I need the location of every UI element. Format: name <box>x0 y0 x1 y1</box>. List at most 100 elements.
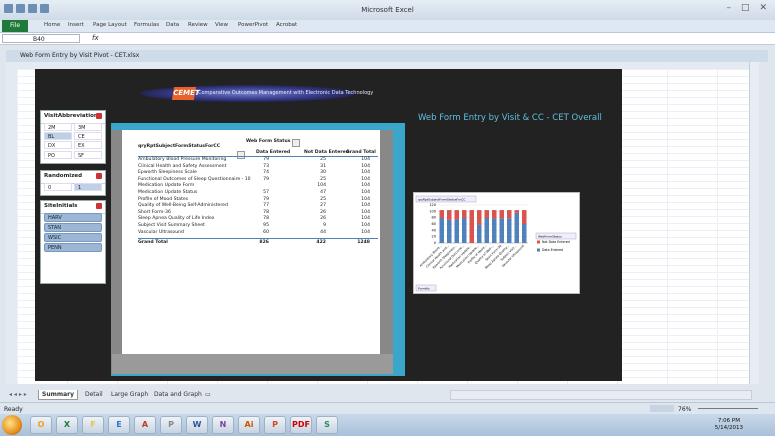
sheet-tab-large-graph[interactable]: Large Graph <box>108 390 151 399</box>
pivot-row-label: Vascular Ultrasound <box>138 229 184 235</box>
pivot-cell-not-entered: 30 <box>320 170 326 176</box>
slicer-item-1[interactable]: 1 <box>74 183 102 191</box>
chart-bar-not-entered <box>484 210 489 218</box>
formula-bar: B40 fx <box>0 33 775 45</box>
slicer-item-0[interactable]: 0 <box>44 183 72 191</box>
slicer-item-penn[interactable]: PENN <box>44 243 102 252</box>
site-slicer: SiteInitials HARV STAN WSIC PENN <box>40 200 106 284</box>
tab-view[interactable]: View <box>215 22 228 28</box>
tab-data[interactable]: Data <box>166 22 179 28</box>
slicer-item-ce[interactable]: CE <box>74 132 102 140</box>
tab-powerpivot[interactable]: PowerPivot <box>238 22 268 28</box>
slicer-item-2m[interactable]: 2M <box>44 123 72 131</box>
taskbar-app-button[interactable]: PDF <box>290 416 312 434</box>
formula-input[interactable] <box>104 34 764 43</box>
pivot-row-label: Clinical Health and Safety Assessment <box>138 163 227 169</box>
slicer-item-dx[interactable]: DX <box>44 141 72 149</box>
start-button[interactable] <box>2 415 22 435</box>
chart-legend-label: Data Entered <box>542 248 563 252</box>
taskbar-app-button[interactable]: P <box>264 416 286 434</box>
sheet-tab-data-and-graph[interactable]: Data and Graph <box>151 390 205 399</box>
filter-dropdown-icon[interactable] <box>237 151 245 159</box>
chart-bar-entered <box>499 218 504 243</box>
tab-home[interactable]: Home <box>44 22 60 28</box>
taskbar-app-button[interactable]: S <box>316 416 338 434</box>
pivot-cell-entered: 78 <box>263 216 269 222</box>
taskbar-app-button[interactable]: O <box>30 416 52 434</box>
tab-acrobat[interactable]: Acrobat <box>276 22 297 28</box>
tab-formulas[interactable]: Formulas <box>134 22 159 28</box>
chart-bar-not-entered <box>499 210 504 219</box>
zoom-level[interactable]: 76% <box>678 406 691 413</box>
clock[interactable]: 7:06 PM 5/14/2013 <box>715 418 743 432</box>
slicer-item-stan[interactable]: STAN <box>44 223 102 232</box>
pivot-cell-entered: 79 <box>263 196 269 202</box>
close-icon[interactable]: ✕ <box>759 3 767 13</box>
pivot-row-field[interactable]: qryRptSubjectFormStatusForCC <box>138 144 220 149</box>
tab-scroll-arrows[interactable]: ◂ ◂ ▸ ▸ <box>6 390 30 399</box>
slicer-item-3m[interactable]: 3M <box>74 123 102 131</box>
slicer-item-bl[interactable]: BL <box>44 132 72 140</box>
minimize-icon[interactable]: – <box>726 3 731 13</box>
taskbar-app-button[interactable]: E <box>108 416 130 434</box>
chart-footer-button-label: FormNo <box>418 287 430 291</box>
tab-page-layout[interactable]: Page Layout <box>93 22 127 28</box>
chart-bar-not-entered <box>507 210 512 219</box>
slicer-item-harv[interactable]: HARV <box>44 213 102 222</box>
slicer-item-ex[interactable]: EX <box>74 141 102 149</box>
chart-bar-entered <box>447 219 452 243</box>
pivot-cell-entered: 77 <box>263 203 269 209</box>
chart-legend-label: Not Data Entered <box>542 240 570 244</box>
clear-filter-icon[interactable] <box>96 113 102 119</box>
ribbon-tabs: File Home Insert Page Layout Formulas Da… <box>0 20 775 33</box>
pivot-header-total: Grand Total <box>346 150 376 155</box>
taskbar-app-button[interactable]: W <box>186 416 208 434</box>
taskbar-app-button[interactable]: Ai <box>238 416 260 434</box>
view-buttons[interactable] <box>650 405 674 412</box>
pivot-grand-total-entered: 826 <box>259 240 269 245</box>
zoom-slider[interactable] <box>698 408 758 409</box>
filter-dropdown-icon[interactable] <box>292 139 300 147</box>
clock-date: 5/14/2013 <box>714 425 743 431</box>
slicer-item-sf[interactable]: SF <box>74 151 102 159</box>
taskbar: 7:06 PM 5/14/2013 O X F E A P W N Ai P PDF S <box>0 414 775 436</box>
horizontal-scrollbar[interactable] <box>450 390 752 400</box>
vertical-scrollbar[interactable] <box>749 62 759 384</box>
dashboard-title: Web Form Entry by Visit & CC - CET Overa… <box>418 113 602 123</box>
name-box[interactable]: B40 <box>2 34 80 43</box>
fx-icon[interactable]: fx <box>92 34 99 42</box>
pivot-row-label: Quality of Well-Being Self-Administered <box>138 203 228 209</box>
pivot-cell-not-entered: 47 <box>320 190 326 195</box>
pivot-chart[interactable]: qryRptSubjectFormStatusForCC WebFormStat… <box>413 192 580 294</box>
chart-legend-swatch <box>537 248 540 252</box>
taskbar-app-button[interactable]: F <box>82 416 104 434</box>
tab-file[interactable]: File <box>2 20 28 32</box>
pivot-cell-not-entered: 26 <box>320 216 326 222</box>
taskbar-app-button[interactable]: A <box>134 416 156 434</box>
taskbar-app-button[interactable]: X <box>56 416 78 434</box>
slicer-item-wsic[interactable]: WSIC <box>44 233 102 242</box>
sheet-tabs: ◂ ◂ ▸ ▸ Summary Detail Large Graph Data … <box>6 390 446 400</box>
tab-insert[interactable]: Insert <box>68 22 84 28</box>
sheet-tab-summary[interactable]: Summary <box>38 390 79 400</box>
insert-sheet-icon[interactable]: ▭ <box>202 390 214 399</box>
clear-filter-icon[interactable] <box>96 173 102 179</box>
pivot-column-field[interactable]: Web Form Status <box>246 139 290 144</box>
pivot-grand-total: 1248 <box>357 240 370 245</box>
taskbar-app-button[interactable]: P <box>160 416 182 434</box>
sheet-tab-detail[interactable]: Detail <box>82 390 106 399</box>
chart-bar-not-entered <box>439 210 444 218</box>
pivot-row-label: Subject Visit Summary Sheet <box>138 223 205 228</box>
pivot-header-entered: Data Entered <box>256 150 291 155</box>
slicer-item-po[interactable]: PO <box>44 151 72 159</box>
maximize-icon[interactable]: □ <box>741 3 750 13</box>
pivot-cell-entered: 60 <box>263 229 269 235</box>
tab-review[interactable]: Review <box>188 22 208 28</box>
chart-y-tick: 80 <box>432 216 436 220</box>
window-controls[interactable]: – □ ✕ <box>726 3 767 13</box>
pivot-cell-not-entered: 26 <box>320 209 326 215</box>
chart-bar-not-entered <box>469 210 474 243</box>
workbook-title: Web Form Entry by Visit Pivot - CET.xlsx <box>6 50 768 62</box>
clear-filter-icon[interactable] <box>96 203 102 209</box>
taskbar-app-button[interactable]: N <box>212 416 234 434</box>
